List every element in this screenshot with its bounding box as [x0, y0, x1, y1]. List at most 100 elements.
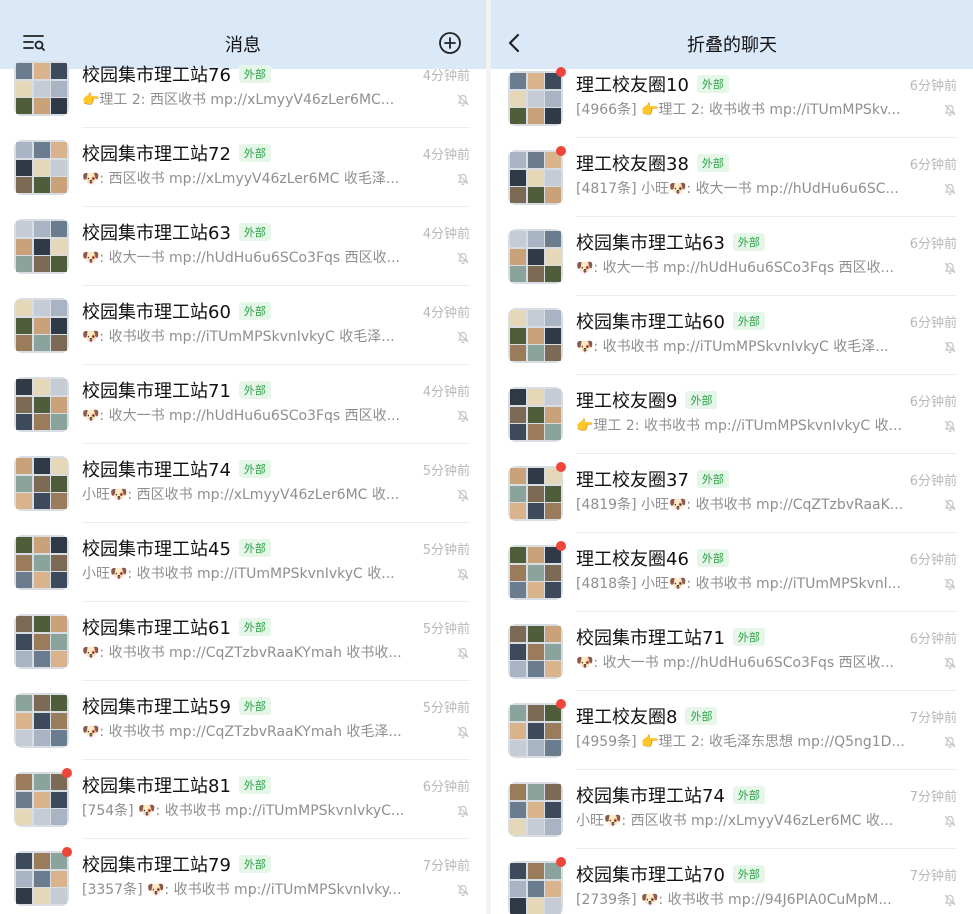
- avatar-tile: [527, 345, 544, 361]
- avatar-tile: [527, 73, 544, 89]
- list-item[interactable]: 校园集市理工站45 外部 5分钟前 小旺🐶: 收书收书 mp://iTUmMPSkvn…: [0, 523, 486, 602]
- message-preview: 🐶: 收大一书 mp://hUdHu6u6SCo3Fqs 西区收...: [82, 408, 400, 424]
- list-item[interactable]: 理工校友圈9 外部 6分钟前 👉理工 2: 收书收书 mp://iTUmMPSkvnI…: [491, 375, 973, 454]
- message-preview: 🐶: 收大一书 mp://hUdHu6u6SCo3Fqs 西区收...: [82, 250, 400, 266]
- list-item[interactable]: 校园集市理工站72 外部 4分钟前 🐶: 西区收书 mp://xLmyyV46zLer…: [0, 128, 486, 207]
- avatar-tile: [527, 705, 544, 721]
- message-preview: [2739条] 🐶: 收书收书 mp://94J6PIA0CuMpM...: [576, 892, 892, 908]
- timestamp: 5分钟前: [422, 701, 470, 716]
- chat-name: 校园集市理工站74 外部: [576, 782, 765, 808]
- avatar-tile: [527, 898, 544, 914]
- avatar-tile: [16, 493, 32, 509]
- avatar-tile: [51, 791, 67, 808]
- avatar-tile: [51, 80, 67, 97]
- avatar-tile: [545, 485, 561, 502]
- list-item[interactable]: 理工校友圈46 外部 6分钟前 [4818条] 小旺🐶: 收书收书 mp://iTUm…: [491, 533, 973, 612]
- avatar: [14, 377, 69, 432]
- avatar: [508, 624, 563, 679]
- list-item[interactable]: 校园集市理工站63 外部 6分钟前 🐶: 收大一书 mp://hUdHu6u6SCo3…: [491, 217, 973, 296]
- unread-dot: [62, 847, 72, 857]
- avatar: [508, 545, 563, 600]
- chat-name: 校园集市理工站70 外部: [576, 861, 765, 887]
- avatar-tile: [510, 248, 526, 265]
- avatar-tile: [33, 695, 50, 711]
- external-tag: 外部: [238, 460, 271, 478]
- list-item[interactable]: 校园集市理工站60 外部 4分钟前 🐶: 收书收书 mp://iTUmMPSkvnIv…: [0, 286, 486, 365]
- avatar-tile: [510, 819, 526, 835]
- avatar: [14, 693, 69, 748]
- mute-bell-icon: [457, 94, 469, 107]
- avatar-tile: [16, 335, 32, 351]
- message-preview: [754条] 🐶: 收书收书 mp://iTUmMPSkvnIvkyC...: [82, 803, 405, 819]
- avatar-tile: [33, 335, 50, 351]
- list-item[interactable]: 理工校友圈38 外部 6分钟前 [4817条] 小旺🐶: 收大一书 mp://hUdH…: [491, 138, 973, 217]
- avatar-tile: [510, 722, 526, 739]
- timestamp: 4分钟前: [422, 148, 470, 163]
- list-item[interactable]: 校园集市理工站71 外部 6分钟前 🐶: 收大一书 mp://hUdHu6u6SCo3…: [491, 612, 973, 691]
- mute-bell-icon: [457, 410, 469, 423]
- avatar-tile: [51, 493, 67, 509]
- mute-bell-icon: [944, 578, 956, 591]
- list-item[interactable]: 校园集市理工站79 外部 7分钟前 [3357条] 🐶: 收书收书 mp://iTUm…: [0, 839, 486, 914]
- avatar-tile: [16, 300, 32, 316]
- avatar-tile: [527, 231, 544, 247]
- message-preview: 👉理工 2: 收书收书 mp://iTUmMPSkvnIvkyC 收...: [576, 418, 902, 434]
- avatar-tile: [51, 317, 67, 334]
- avatar: [14, 219, 69, 274]
- list-item[interactable]: 理工校友圈10 外部 6分钟前 [4966条] 👉理工 2: 收书收书 mp://iT…: [491, 59, 973, 138]
- messages-panel: 消息 校园集市理工站76 外部 4分钟前 👉理工 2: 西区收书 mp://xLmyy…: [0, 0, 486, 914]
- list-item[interactable]: 理工校友圈37 外部 6分钟前 [4819条] 小旺🐶: 收书收书 mp://CqZT…: [491, 454, 973, 533]
- avatar-tile: [51, 537, 67, 553]
- avatar-tile: [51, 651, 67, 667]
- avatar-tile: [510, 406, 526, 423]
- avatar: [14, 535, 69, 590]
- avatar-tile: [510, 898, 526, 914]
- list-item[interactable]: 校园集市理工站59 外部 5分钟前 🐶: 收书收书 mp://CqZTzbvRaaKY…: [0, 681, 486, 760]
- list-item[interactable]: 校园集市理工站70 外部 7分钟前 [2739条] 🐶: 收书收书 mp://94J6…: [491, 849, 973, 914]
- avatar-tile: [510, 468, 526, 484]
- list-item[interactable]: 校园集市理工站60 外部 6分钟前 🐶: 收书收书 mp://iTUmMPSkvnIv…: [491, 296, 973, 375]
- avatar-tile: [33, 80, 50, 97]
- chat-name-text: 理工校友圈38: [576, 154, 689, 175]
- avatar-tile: [16, 730, 32, 746]
- chat-name: 校园集市理工站71 外部: [576, 624, 765, 650]
- avatar-tile: [510, 503, 526, 519]
- avatar-tile: [510, 345, 526, 361]
- list-item[interactable]: 校园集市理工站61 外部 5分钟前 🐶: 收书收书 mp://CqZTzbvRaaKY…: [0, 602, 486, 681]
- list-item[interactable]: 校园集市理工站76 外部 4分钟前 👉理工 2: 西区收书 mp://xLmyyV46…: [0, 49, 486, 128]
- avatar-tile: [33, 221, 50, 237]
- avatar-tile: [16, 379, 32, 395]
- chat-name: 校园集市理工站79 外部: [82, 851, 271, 877]
- avatar-tile: [51, 870, 67, 887]
- list-item[interactable]: 校园集市理工站81 外部 6分钟前 [754条] 🐶: 收书收书 mp://iTUmM…: [0, 760, 486, 839]
- timestamp: 5分钟前: [422, 543, 470, 558]
- unread-dot: [556, 857, 566, 867]
- timestamp: 6分钟前: [909, 158, 957, 173]
- list-item[interactable]: 校园集市理工站74 外部 7分钟前 小旺🐶: 西区收书 mp://xLmyyV46zL…: [491, 770, 973, 849]
- external-tag: 外部: [732, 312, 765, 330]
- avatar: [14, 851, 69, 906]
- chat-name-text: 理工校友圈37: [576, 470, 689, 491]
- avatar-tile: [545, 819, 561, 835]
- external-tag: 外部: [238, 855, 271, 873]
- avatar-tile: [51, 572, 67, 588]
- avatar: [508, 703, 563, 758]
- list-item[interactable]: 理工校友圈8 外部 7分钟前 [4959条] 👉理工 2: 收毛泽东思想 mp://Q…: [491, 691, 973, 770]
- avatar-tile: [16, 475, 32, 492]
- list-item[interactable]: 校园集市理工站63 外部 4分钟前 🐶: 收大一书 mp://hUdHu6u6SCo3…: [0, 207, 486, 286]
- external-tag: 外部: [696, 549, 729, 567]
- message-preview: 🐶: 收大一书 mp://hUdHu6u6SCo3Fqs 西区收...: [576, 260, 894, 276]
- avatar-tile: [545, 582, 561, 598]
- avatar: [508, 308, 563, 363]
- avatar-tile: [33, 853, 50, 869]
- external-tag: 外部: [238, 539, 271, 557]
- avatar-tile: [527, 582, 544, 598]
- avatar-tile: [545, 626, 561, 642]
- avatar-tile: [16, 853, 32, 869]
- chat-name: 理工校友圈10 外部: [576, 71, 729, 97]
- avatar: [508, 466, 563, 521]
- avatar-tile: [51, 238, 67, 255]
- list-item[interactable]: 校园集市理工站71 外部 4分钟前 🐶: 收大一书 mp://hUdHu6u6SCo3…: [0, 365, 486, 444]
- timestamp: 7分钟前: [909, 711, 957, 726]
- list-item[interactable]: 校园集市理工站74 外部 5分钟前 小旺🐶: 西区收书 mp://xLmyyV46zL…: [0, 444, 486, 523]
